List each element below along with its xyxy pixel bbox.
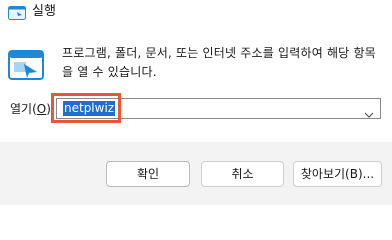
- ok-button[interactable]: 확인: [106, 161, 190, 187]
- title-bar: 실행: [0, 0, 392, 28]
- browse-button[interactable]: 찾아보기(B)...: [293, 161, 382, 187]
- cancel-button[interactable]: 취소: [201, 161, 284, 187]
- run-dialog: 실행 프로그램, 폴더, 문서, 또는 인터넷 주소를 입력하여 해당 항목을 …: [0, 0, 392, 205]
- open-label: 열기(O):: [10, 101, 55, 117]
- button-bar: 확인 취소 찾아보기(B)...: [0, 142, 392, 205]
- open-label-accelerator: O: [36, 102, 47, 116]
- chevron-down-icon[interactable]: [364, 104, 374, 118]
- run-icon: [8, 5, 26, 20]
- open-combobox[interactable]: netplwiz: [56, 98, 381, 119]
- open-label-end: ):: [46, 102, 55, 116]
- window-title: 실행: [32, 4, 56, 19]
- open-label-text: 열기(: [10, 102, 37, 116]
- open-input-value[interactable]: netplwiz: [63, 101, 116, 116]
- run-app-icon: [8, 50, 44, 80]
- dialog-description: 프로그램, 폴더, 문서, 또는 인터넷 주소를 입력하여 해당 항목을 열 수…: [62, 46, 376, 79]
